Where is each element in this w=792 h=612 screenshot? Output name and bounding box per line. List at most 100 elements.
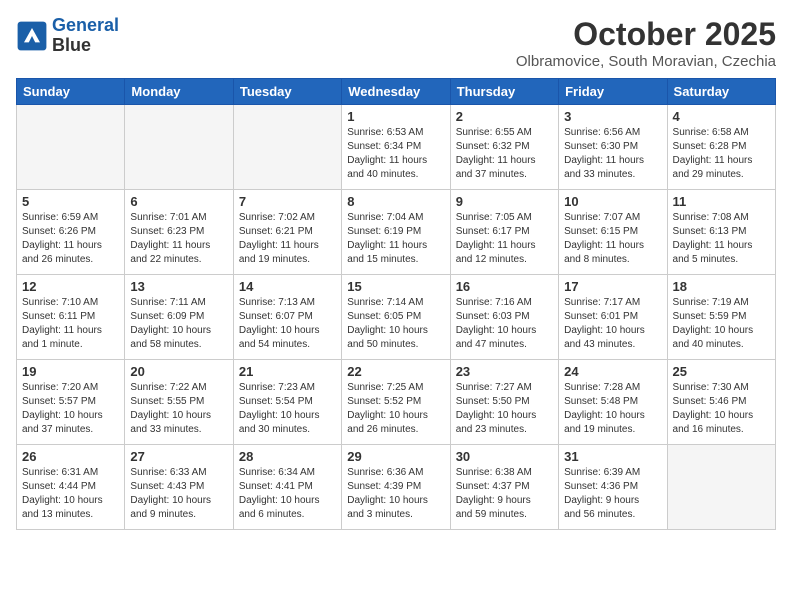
calendar-cell: 18Sunrise: 7:19 AMSunset: 5:59 PMDayligh… [667, 275, 775, 360]
day-number: 19 [22, 364, 119, 379]
calendar-cell: 30 Sunrise: 6:38 AMSunset: 4:37 PMDayligh… [450, 445, 558, 530]
day-number: 8 [347, 194, 444, 209]
calendar-cell: 29 Sunrise: 6:36 AMSunset: 4:39 PMDayligh… [342, 445, 450, 530]
day-number: 21 [239, 364, 336, 379]
month-title: October 2025 [516, 16, 776, 53]
weekday-header: Thursday [450, 79, 558, 105]
day-number: 5 [22, 194, 119, 209]
weekday-header: Saturday [667, 79, 775, 105]
day-info: Sunrise: 7:30 AMSunset: 5:46 PMDaylight:… [673, 381, 770, 437]
calendar-cell: 16 Sunrise: 7:16 AMSunset: 6:03 PMDayligh… [450, 275, 558, 360]
logo-icon [16, 20, 48, 52]
day-info: Sunrise: 6:38 AMSunset: 4:37 PMDaylight:… [456, 466, 553, 522]
day-info: Sunrise: 7:05 AMSunset: 6:17 PMDaylight:… [456, 211, 553, 267]
day-info: Sunrise: 6:34 AMSunset: 4:41 PMDaylight:… [239, 466, 336, 522]
day-info: Sunrise: 6:31 AMSunset: 4:44 PMDaylight:… [22, 466, 119, 522]
weekday-header-row: SundayMondayTuesdayWednesdayThursdayFrid… [17, 79, 776, 105]
day-info: Sunrise: 7:01 AMSunset: 6:23 PMDaylight:… [130, 211, 227, 267]
day-number: 10 [564, 194, 661, 209]
day-info: Sunrise: 7:20 AMSunset: 5:57 PMDaylight:… [22, 381, 119, 437]
calendar-cell: 26 Sunrise: 6:31 AMSunset: 4:44 PMDayligh… [17, 445, 125, 530]
day-number: 25 [673, 364, 770, 379]
day-number: 26 [22, 449, 119, 464]
calendar-cell: 8 Sunrise: 7:04 AMSunset: 6:19 PMDaylight… [342, 190, 450, 275]
calendar-cell: 9 Sunrise: 7:05 AMSunset: 6:17 PMDaylight… [450, 190, 558, 275]
day-info: Sunrise: 6:36 AMSunset: 4:39 PMDaylight:… [347, 466, 444, 522]
day-number: 12 [22, 279, 119, 294]
day-number: 31 [564, 449, 661, 464]
logo-line1: General [52, 15, 119, 35]
day-info: Sunrise: 7:23 AMSunset: 5:54 PMDaylight:… [239, 381, 336, 437]
day-info: Sunrise: 7:02 AMSunset: 6:21 PMDaylight:… [239, 211, 336, 267]
day-number: 24 [564, 364, 661, 379]
day-number: 30 [456, 449, 553, 464]
calendar-cell: 6 Sunrise: 7:01 AMSunset: 6:23 PMDaylight… [125, 190, 233, 275]
day-number: 2 [456, 109, 553, 124]
calendar-cell: 4Sunrise: 6:58 AMSunset: 6:28 PMDaylight… [667, 105, 775, 190]
logo: General Blue [16, 16, 119, 56]
calendar-cell: 31 Sunrise: 6:39 AMSunset: 4:36 PMDayligh… [559, 445, 667, 530]
day-info: Sunrise: 6:56 AMSunset: 6:30 PMDaylight:… [564, 126, 661, 182]
day-info: Sunrise: 7:10 AMSunset: 6:11 PMDaylight:… [22, 296, 119, 352]
day-number: 1 [347, 109, 444, 124]
calendar-cell [233, 105, 341, 190]
day-number: 27 [130, 449, 227, 464]
calendar-cell: 22Sunrise: 7:25 AMSunset: 5:52 PMDayligh… [342, 360, 450, 445]
calendar-cell: 21 Sunrise: 7:23 AMSunset: 5:54 PMDayligh… [233, 360, 341, 445]
weekday-header: Wednesday [342, 79, 450, 105]
title-block: October 2025 Olbramovice, South Moravian… [516, 16, 776, 70]
week-row: 26 Sunrise: 6:31 AMSunset: 4:44 PMDayligh… [17, 445, 776, 530]
calendar-cell: 12 Sunrise: 7:10 AMSunset: 6:11 PMDayligh… [17, 275, 125, 360]
day-number: 11 [673, 194, 770, 209]
day-number: 17 [564, 279, 661, 294]
week-row: 1 Sunrise: 6:53 AMSunset: 6:34 PMDaylight… [17, 105, 776, 190]
day-info: Sunrise: 7:08 AMSunset: 6:13 PMDaylight:… [673, 211, 770, 267]
calendar-cell: 2 Sunrise: 6:55 AMSunset: 6:32 PMDaylight… [450, 105, 558, 190]
day-number: 29 [347, 449, 444, 464]
calendar-cell: 10Sunrise: 7:07 AMSunset: 6:15 PMDayligh… [559, 190, 667, 275]
calendar-cell: 5 Sunrise: 6:59 AMSunset: 6:26 PMDaylight… [17, 190, 125, 275]
calendar-cell [667, 445, 775, 530]
week-row: 5 Sunrise: 6:59 AMSunset: 6:26 PMDaylight… [17, 190, 776, 275]
day-number: 9 [456, 194, 553, 209]
calendar: SundayMondayTuesdayWednesdayThursdayFrid… [16, 78, 776, 530]
day-info: Sunrise: 7:16 AMSunset: 6:03 PMDaylight:… [456, 296, 553, 352]
weekday-header: Sunday [17, 79, 125, 105]
calendar-cell: 20Sunrise: 7:22 AMSunset: 5:55 PMDayligh… [125, 360, 233, 445]
day-info: Sunrise: 7:04 AMSunset: 6:19 PMDaylight:… [347, 211, 444, 267]
day-info: Sunrise: 7:11 AMSunset: 6:09 PMDaylight:… [130, 296, 227, 352]
calendar-cell [125, 105, 233, 190]
day-number: 15 [347, 279, 444, 294]
logo-text: General Blue [52, 16, 119, 56]
calendar-cell: 27 Sunrise: 6:33 AMSunset: 4:43 PMDayligh… [125, 445, 233, 530]
day-info: Sunrise: 6:33 AMSunset: 4:43 PMDaylight:… [130, 466, 227, 522]
calendar-cell [17, 105, 125, 190]
day-info: Sunrise: 6:58 AMSunset: 6:28 PMDaylight:… [673, 126, 770, 182]
calendar-cell: 25 Sunrise: 7:30 AMSunset: 5:46 PMDayligh… [667, 360, 775, 445]
day-number: 23 [456, 364, 553, 379]
calendar-cell: 15 Sunrise: 7:14 AMSunset: 6:05 PMDayligh… [342, 275, 450, 360]
weekday-header: Friday [559, 79, 667, 105]
day-info: Sunrise: 6:39 AMSunset: 4:36 PMDaylight:… [564, 466, 661, 522]
calendar-cell: 23Sunrise: 7:27 AMSunset: 5:50 PMDayligh… [450, 360, 558, 445]
calendar-cell: 24Sunrise: 7:28 AMSunset: 5:48 PMDayligh… [559, 360, 667, 445]
calendar-cell: 3Sunrise: 6:56 AMSunset: 6:30 PMDaylight… [559, 105, 667, 190]
day-number: 6 [130, 194, 227, 209]
day-info: Sunrise: 7:17 AMSunset: 6:01 PMDaylight:… [564, 296, 661, 352]
day-number: 28 [239, 449, 336, 464]
calendar-cell: 28 Sunrise: 6:34 AMSunset: 4:41 PMDayligh… [233, 445, 341, 530]
day-info: Sunrise: 6:59 AMSunset: 6:26 PMDaylight:… [22, 211, 119, 267]
calendar-cell: 14Sunrise: 7:13 AMSunset: 6:07 PMDayligh… [233, 275, 341, 360]
day-number: 14 [239, 279, 336, 294]
calendar-cell: 11 Sunrise: 7:08 AMSunset: 6:13 PMDayligh… [667, 190, 775, 275]
day-info: Sunrise: 7:25 AMSunset: 5:52 PMDaylight:… [347, 381, 444, 437]
day-info: Sunrise: 6:55 AMSunset: 6:32 PMDaylight:… [456, 126, 553, 182]
calendar-cell: 19 Sunrise: 7:20 AMSunset: 5:57 PMDayligh… [17, 360, 125, 445]
weekday-header: Monday [125, 79, 233, 105]
day-info: Sunrise: 6:53 AMSunset: 6:34 PMDaylight:… [347, 126, 444, 182]
location: Olbramovice, South Moravian, Czechia [516, 53, 776, 70]
calendar-cell: 7Sunrise: 7:02 AMSunset: 6:21 PMDaylight… [233, 190, 341, 275]
day-number: 13 [130, 279, 227, 294]
day-info: Sunrise: 7:14 AMSunset: 6:05 PMDaylight:… [347, 296, 444, 352]
day-number: 16 [456, 279, 553, 294]
